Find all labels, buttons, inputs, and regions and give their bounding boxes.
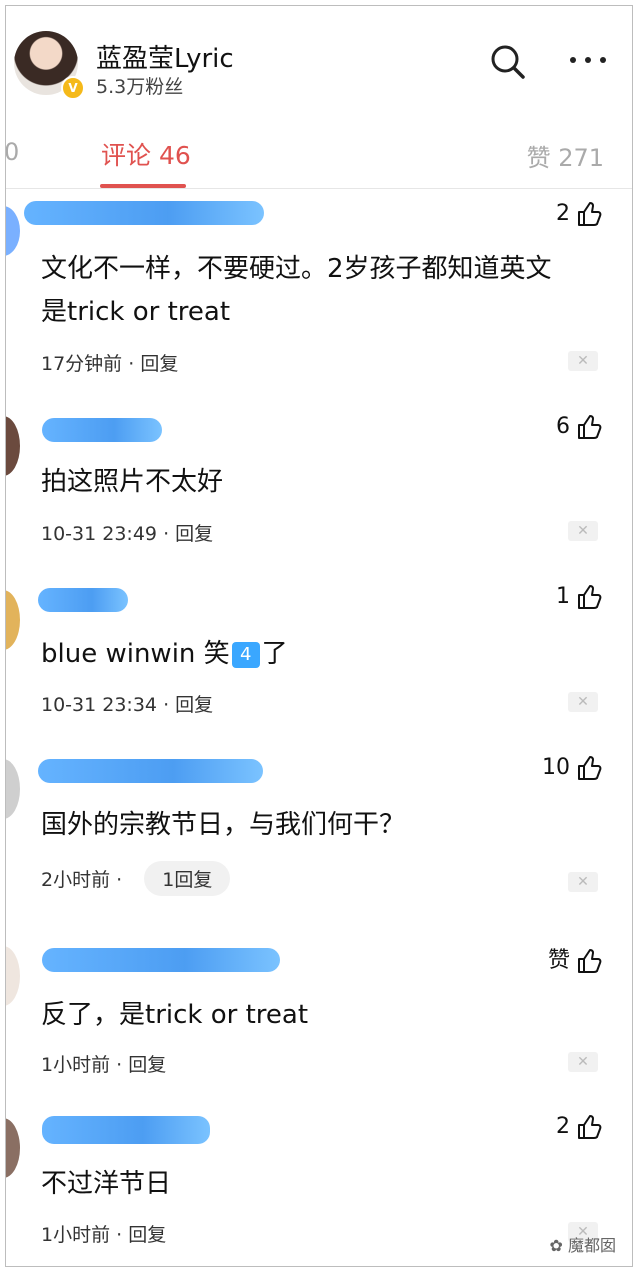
commenter-avatar[interactable] xyxy=(6,416,20,476)
comment-text: 不过洋节日 xyxy=(41,1169,172,1199)
dismiss-button[interactable]: ✕ xyxy=(568,872,598,892)
comment-text-line: 是trick or treat xyxy=(41,297,231,327)
like-count: 6 xyxy=(556,414,570,439)
meta-separator: · xyxy=(116,1224,129,1246)
dismiss-button[interactable]: ✕ xyxy=(568,692,598,712)
thumbs-up-icon xyxy=(578,415,602,439)
comment-time: 10-31 23:49 xyxy=(41,523,158,545)
comment-text: 反了，是trick or treat xyxy=(41,1000,309,1030)
comment-text: blue winwin 笑4了 xyxy=(41,633,601,676)
commenter-avatar[interactable] xyxy=(6,759,20,819)
comment-text-line: 文化不一样，不要硬过。2岁孩子都知道英文 xyxy=(41,254,552,284)
commenter-avatar[interactable] xyxy=(6,206,20,256)
comment-meta: 10-31 23:34 · 回复 xyxy=(41,690,213,717)
redacted-username xyxy=(42,1116,210,1144)
verified-icon: V xyxy=(61,76,85,100)
commenter-avatar[interactable] xyxy=(6,590,20,650)
dismiss-button[interactable]: ✕ xyxy=(568,1052,598,1072)
like-count: 2 xyxy=(556,1114,570,1139)
thumbs-up-icon xyxy=(578,202,602,226)
fans-count: 5.3万粉丝 xyxy=(96,76,184,98)
search-icon[interactable] xyxy=(490,44,526,80)
like-count: 赞 xyxy=(547,948,570,973)
comment-text: 文化不一样，不要硬过。2岁孩子都知道英文 是trick or treat xyxy=(41,248,601,334)
profile-header: V 蓝盈莹Lyric 5.3万粉丝 xyxy=(6,6,632,104)
wechat-icon: ✿ xyxy=(549,1236,563,1255)
comment-text-part: blue winwin 笑 xyxy=(41,639,230,669)
reply-button[interactable]: 回复 xyxy=(128,1054,166,1076)
tab-bar: 0 评论 46 赞 271 xyxy=(6,106,632,189)
profile-name[interactable]: 蓝盈莹Lyric xyxy=(96,38,234,75)
like-button[interactable]: 2 xyxy=(556,201,602,227)
tab-comments[interactable]: 评论 46 xyxy=(101,136,191,172)
tab-active-indicator xyxy=(100,184,186,188)
reply-button[interactable]: 回复 xyxy=(128,1224,166,1246)
redacted-username xyxy=(38,759,263,783)
comment-time: 10-31 23:34 xyxy=(41,694,158,716)
thumbs-up-icon xyxy=(578,585,602,609)
comment-text-part: 了 xyxy=(261,639,288,669)
comment-text: 国外的宗教节日，与我们何干？ xyxy=(41,810,406,840)
redacted-username xyxy=(24,201,264,225)
reply-count-button[interactable]: 1回复 xyxy=(144,861,231,896)
reply-button[interactable]: 回复 xyxy=(175,694,213,716)
like-button[interactable]: 6 xyxy=(556,414,602,440)
reply-button[interactable]: 回复 xyxy=(175,523,213,545)
comment-time: 2小时前 xyxy=(41,869,111,891)
like-button[interactable]: 赞 xyxy=(548,942,602,974)
comment-meta: 17分钟前 · 回复 xyxy=(41,349,178,376)
comment-meta: 10-31 23:49 · 回复 xyxy=(41,519,213,546)
comment-meta: 1小时前 · 回复 xyxy=(41,1220,166,1247)
meta-separator: · xyxy=(116,1054,129,1076)
dismiss-button[interactable]: ✕ xyxy=(568,351,598,371)
commenter-avatar[interactable] xyxy=(6,946,20,1006)
thumbs-up-icon xyxy=(578,1115,602,1139)
comment-meta: 2小时前 · 1回复 xyxy=(41,861,231,896)
comment-text: 拍这照片不太好 xyxy=(41,467,224,497)
tab-likes[interactable]: 赞 271 xyxy=(527,138,604,173)
meta-separator: · xyxy=(163,523,176,545)
like-count: 1 xyxy=(556,584,570,609)
like-button[interactable]: 1 xyxy=(556,584,602,610)
comment-time: 17分钟前 xyxy=(41,353,123,375)
like-count: 2 xyxy=(556,201,570,226)
thumbs-up-icon xyxy=(578,949,602,973)
dismiss-button[interactable]: ✕ xyxy=(568,521,598,541)
meta-separator: · xyxy=(163,694,176,716)
commenter-avatar[interactable] xyxy=(6,1118,20,1178)
keycap-four-emoji: 4 xyxy=(231,642,260,668)
redacted-username xyxy=(42,418,162,442)
redacted-username xyxy=(42,948,280,972)
like-count: 10 xyxy=(542,755,570,780)
comment-time: 1小时前 xyxy=(41,1224,111,1246)
tab-left-partial[interactable]: 0 xyxy=(6,138,19,166)
watermark-text: 魔都囡 xyxy=(567,1236,616,1255)
like-button[interactable]: 2 xyxy=(556,1114,602,1140)
comment-time: 1小时前 xyxy=(41,1054,111,1076)
app-frame: V 蓝盈莹Lyric 5.3万粉丝 0 评论 46 赞 271 2 文化不一样，… xyxy=(5,5,633,1267)
like-button[interactable]: 10 xyxy=(542,755,602,781)
meta-separator: · xyxy=(116,869,129,891)
more-icon[interactable] xyxy=(568,52,608,68)
watermark: ✿ 魔都囡 xyxy=(549,1232,616,1256)
meta-separator: · xyxy=(128,353,141,375)
comment-meta: 1小时前 · 回复 xyxy=(41,1050,166,1077)
redacted-username xyxy=(38,588,128,612)
thumbs-up-icon xyxy=(578,756,602,780)
reply-button[interactable]: 回复 xyxy=(140,353,178,375)
